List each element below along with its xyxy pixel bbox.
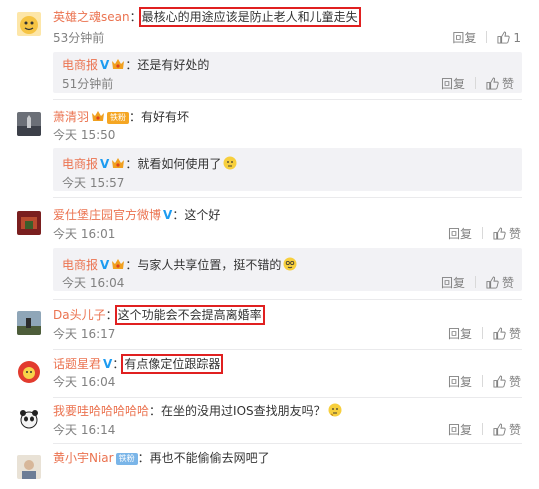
- like-button[interactable]: 赞: [493, 374, 521, 390]
- user-name[interactable]: 英雄之魂sean: [53, 10, 130, 24]
- user-name[interactable]: Da头儿子: [53, 308, 106, 322]
- user-name[interactable]: 爱仕堡庄园官方微博: [53, 208, 161, 222]
- verified-icon: V: [100, 258, 110, 272]
- comment-item: 话题星君 V：有点像定位跟踪器 今天 16:04 回复赞: [0, 350, 539, 398]
- like-icon: [493, 375, 506, 388]
- reply-button[interactable]: 回复: [448, 326, 472, 342]
- emoji-think-icon: [328, 403, 342, 417]
- reply-button[interactable]: 回复: [441, 76, 465, 92]
- comment-time: 今天 16:04: [53, 375, 116, 389]
- comment-time: 今天 15:50: [53, 128, 116, 142]
- verified-icon: V: [100, 58, 110, 72]
- reply-button[interactable]: 回复: [448, 374, 472, 390]
- comment-item: Da头儿子：这个功能会不会提高离婚率 今天 16:17 回复赞: [0, 300, 539, 350]
- like-icon: [493, 423, 506, 436]
- emoji-think-icon: [223, 156, 237, 170]
- vip-crown-icon: [112, 259, 125, 269]
- like-icon: [493, 227, 506, 240]
- reply-time: 今天 16:04: [62, 276, 125, 290]
- vip-crown-icon: [112, 59, 125, 69]
- comment-text: 有好有坏: [141, 110, 190, 124]
- like-button[interactable]: 1: [497, 30, 521, 46]
- comment-text: 这个功能会不会提高离婚率: [114, 305, 265, 325]
- reply-time: 51分钟前: [62, 77, 114, 91]
- like-icon: [486, 77, 499, 90]
- reply-time: 今天 15:57: [62, 176, 125, 190]
- vip-crown-icon: [92, 111, 105, 121]
- fan-badge: 铁粉: [107, 112, 130, 124]
- user-name[interactable]: 萧清羽: [53, 110, 89, 124]
- user-name[interactable]: 话题星君: [53, 357, 101, 371]
- avatar[interactable]: [17, 311, 41, 335]
- reply-user-name[interactable]: 电商报: [62, 258, 98, 272]
- verified-icon: V: [163, 208, 173, 222]
- reply-button[interactable]: 回复: [441, 275, 465, 291]
- like-button[interactable]: 赞: [493, 422, 521, 438]
- like-count: 1: [513, 31, 521, 45]
- reply-button[interactable]: 回复: [452, 30, 476, 46]
- reply-button[interactable]: 回复: [448, 422, 472, 438]
- comment-time: 53分钟前: [53, 31, 105, 45]
- avatar[interactable]: [17, 211, 41, 235]
- like-button[interactable]: 赞: [486, 76, 514, 92]
- like-icon: [486, 276, 499, 289]
- comment-time: 今天 16:01: [53, 227, 116, 241]
- like-button[interactable]: 赞: [493, 226, 521, 242]
- comment-text: 在坐的没用过IOS查找朋友吗？: [161, 404, 326, 418]
- like-icon: [493, 327, 506, 340]
- comment-text: 最核心的用途应该是防止老人和儿童走失: [138, 7, 361, 27]
- avatar[interactable]: [17, 12, 41, 36]
- reply-button[interactable]: 回复: [448, 226, 472, 242]
- user-name[interactable]: 黄小宇Niar: [53, 451, 114, 465]
- reply-text: 还是有好处的: [137, 58, 210, 72]
- comment-item: 爱仕堡庄园官方微博 V：这个好 今天 16:01 回复赞 电商报 V ：与家人共享位置…: [0, 198, 539, 300]
- reply-text: 就看如何使用了: [137, 157, 222, 171]
- comment-item: 黄小宇Niar 铁粉 ：再也不能偷偷去网吧了: [0, 445, 539, 489]
- comment-item: 英雄之魂sean：最核心的用途应该是防止老人和儿童走失 53分钟前 回复 1 电商…: [0, 0, 539, 100]
- reply-user-name[interactable]: 电商报: [62, 157, 98, 171]
- comment-text: 这个好: [184, 208, 221, 222]
- emoji-smile-icon: [283, 257, 297, 271]
- like-icon: [497, 31, 511, 44]
- comment-text: 再也不能偷偷去网吧了: [149, 451, 270, 465]
- comment-text: 有点像定位跟踪器: [121, 354, 224, 374]
- verified-icon: V: [103, 357, 113, 371]
- vip-crown-icon: [112, 158, 125, 168]
- comment-time: 今天 16:14: [53, 423, 116, 437]
- avatar[interactable]: [17, 360, 41, 384]
- comment-time: 今天 16:17: [53, 327, 116, 341]
- reply-user-name[interactable]: 电商报: [62, 58, 98, 72]
- verified-icon: V: [100, 157, 110, 171]
- like-button[interactable]: 赞: [486, 275, 514, 291]
- user-name[interactable]: 我要哇哈哈哈哈哈: [53, 404, 149, 418]
- reply-text: 与家人共享位置，挺不错的: [137, 258, 282, 272]
- comment-item: 萧清羽 铁粉 ：有好有坏 今天 15:50 电商报 V ：就看如何使用了 今天 15:5…: [0, 100, 539, 198]
- comment-item: 我要哇哈哈哈哈哈：在坐的没用过IOS查找朋友吗？ 今天 16:14 回复赞: [0, 398, 539, 444]
- avatar[interactable]: [17, 112, 41, 136]
- like-button[interactable]: 赞: [493, 326, 521, 342]
- avatar[interactable]: [17, 407, 41, 431]
- avatar[interactable]: [17, 455, 41, 479]
- fan-badge: 铁粉: [115, 453, 138, 465]
